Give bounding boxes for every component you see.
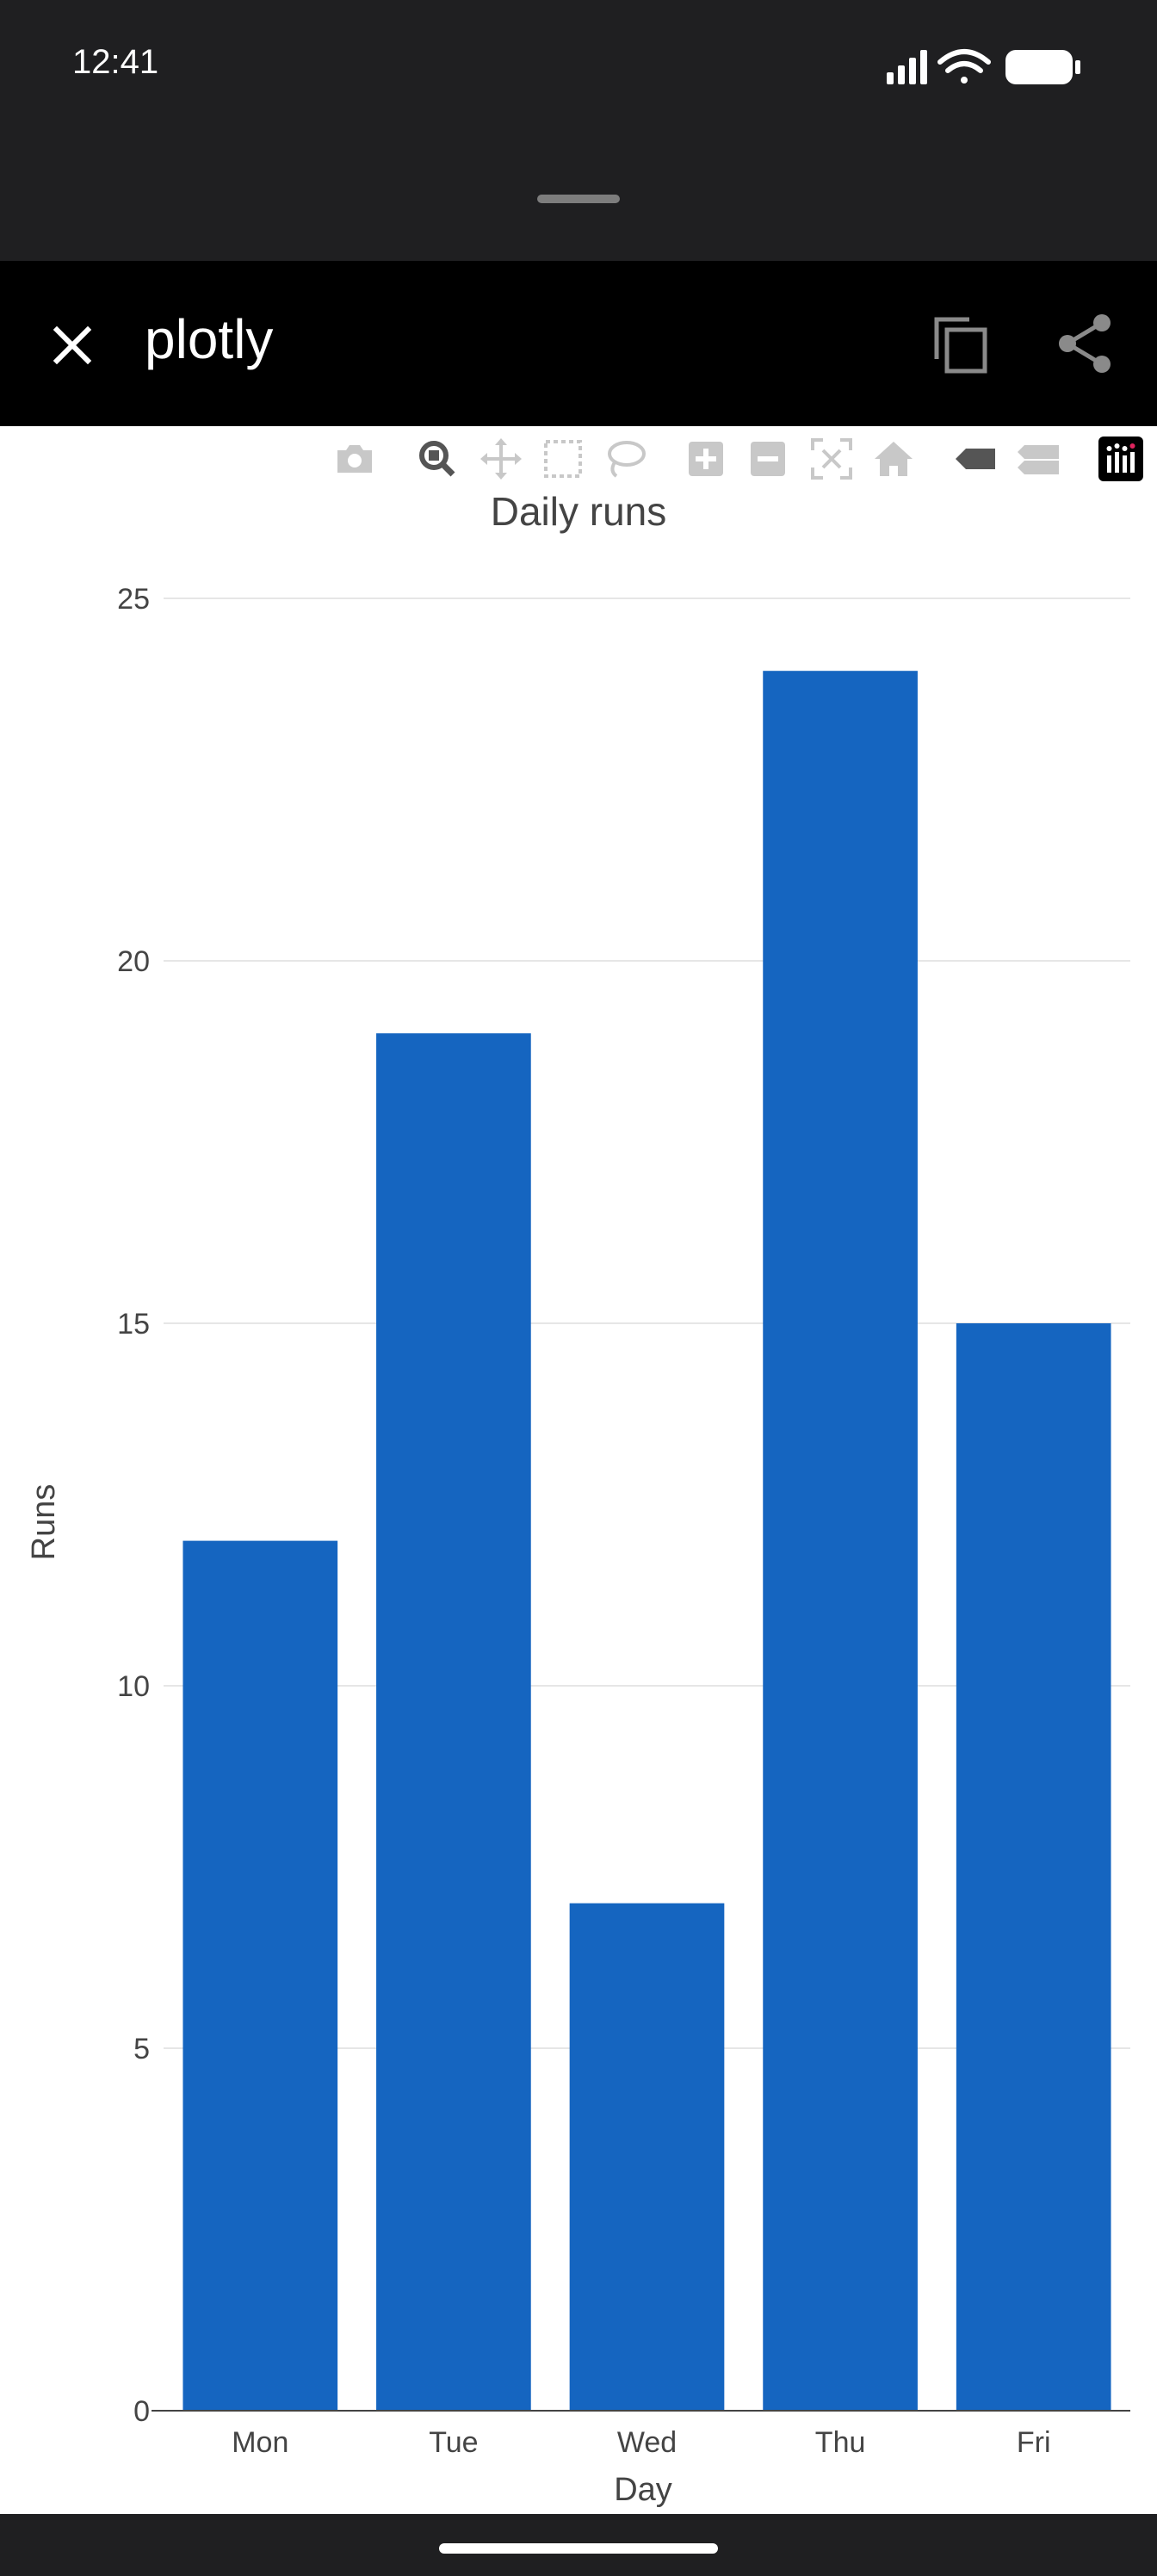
bar-chart[interactable]: 0 5 10 15 20 25 Mon Tue Wed Thu Fri Daily runs Day… (0, 426, 1157, 2514)
close-icon (53, 325, 92, 365)
modebar (0, 426, 1157, 486)
lasso-icon (608, 441, 646, 478)
navigation-bar (0, 2514, 1157, 2576)
zoom-out-icon (751, 442, 785, 476)
plotly-logo-icon (1098, 437, 1143, 481)
wifi-icon (937, 49, 991, 84)
x-tick-label: Mon (232, 2426, 288, 2459)
battery-icon (1005, 50, 1080, 84)
plotly-logo-button[interactable] (1098, 437, 1143, 481)
signal-icon (887, 50, 927, 84)
y-tick-label: 10 (117, 1670, 150, 1703)
bar-thu[interactable] (763, 671, 918, 2412)
copy-icon (934, 317, 987, 374)
x-tick-label: Fri (1017, 2426, 1051, 2459)
x-tick-label: Wed (617, 2426, 677, 2459)
y-tick-label: 20 (117, 945, 150, 978)
compare-hover-icon (1018, 445, 1059, 474)
x-tick-label: Tue (429, 2426, 478, 2459)
lasso-button[interactable] (603, 437, 647, 481)
x-tick-label: Thu (815, 2426, 866, 2459)
bar-fri[interactable] (956, 1323, 1111, 2411)
share-button[interactable] (1049, 307, 1121, 380)
x-axis-label: Day (614, 2472, 672, 2508)
box-select-icon (544, 440, 582, 478)
bars (183, 671, 1111, 2412)
pan-button[interactable] (479, 437, 523, 481)
spike-lines-icon (956, 449, 995, 469)
drag-handle[interactable] (537, 195, 620, 203)
compare-hover-button[interactable] (1016, 437, 1061, 481)
pan-icon (480, 438, 522, 480)
plot-container: 0 5 10 15 20 25 Mon Tue Wed Thu Fri Daily runs Day… (0, 426, 1157, 2514)
y-tick-label: 25 (117, 583, 150, 616)
status-icons (887, 46, 1085, 90)
chart-title: Daily runs (491, 489, 667, 534)
y-tick-label: 5 (133, 2033, 150, 2065)
app-bar: plotly (0, 261, 1157, 426)
autoscale-button[interactable] (809, 437, 854, 481)
share-icon (1059, 314, 1111, 373)
zoom-out-button[interactable] (746, 437, 790, 481)
y-axis-label: Runs (26, 1484, 62, 1561)
zoom-button[interactable] (415, 437, 460, 481)
zoom-icon (419, 441, 455, 477)
autoscale-icon (811, 438, 852, 480)
close-button[interactable] (38, 311, 107, 380)
spike-lines-button[interactable] (954, 437, 999, 481)
camera-icon (337, 445, 372, 473)
app-title: plotly (145, 308, 274, 370)
y-tick-label: 0 (133, 2395, 150, 2428)
bar-tue[interactable] (376, 1033, 531, 2411)
bar-wed[interactable] (569, 1903, 725, 2411)
sheet-header (0, 129, 1157, 261)
reset-axes-button[interactable] (871, 437, 916, 481)
status-time: 12:41 (72, 43, 159, 81)
y-tick-label: 15 (117, 1308, 150, 1341)
home-indicator[interactable] (439, 2543, 718, 2554)
box-select-button[interactable] (541, 437, 585, 481)
zoom-in-button[interactable] (684, 437, 728, 481)
reset-axes-icon (875, 442, 913, 476)
camera-button[interactable] (332, 437, 377, 481)
bar-mon[interactable] (183, 1540, 338, 2411)
copy-button[interactable] (925, 307, 997, 380)
status-bar: 12:41 (0, 0, 1157, 129)
zoom-in-icon (689, 442, 723, 476)
